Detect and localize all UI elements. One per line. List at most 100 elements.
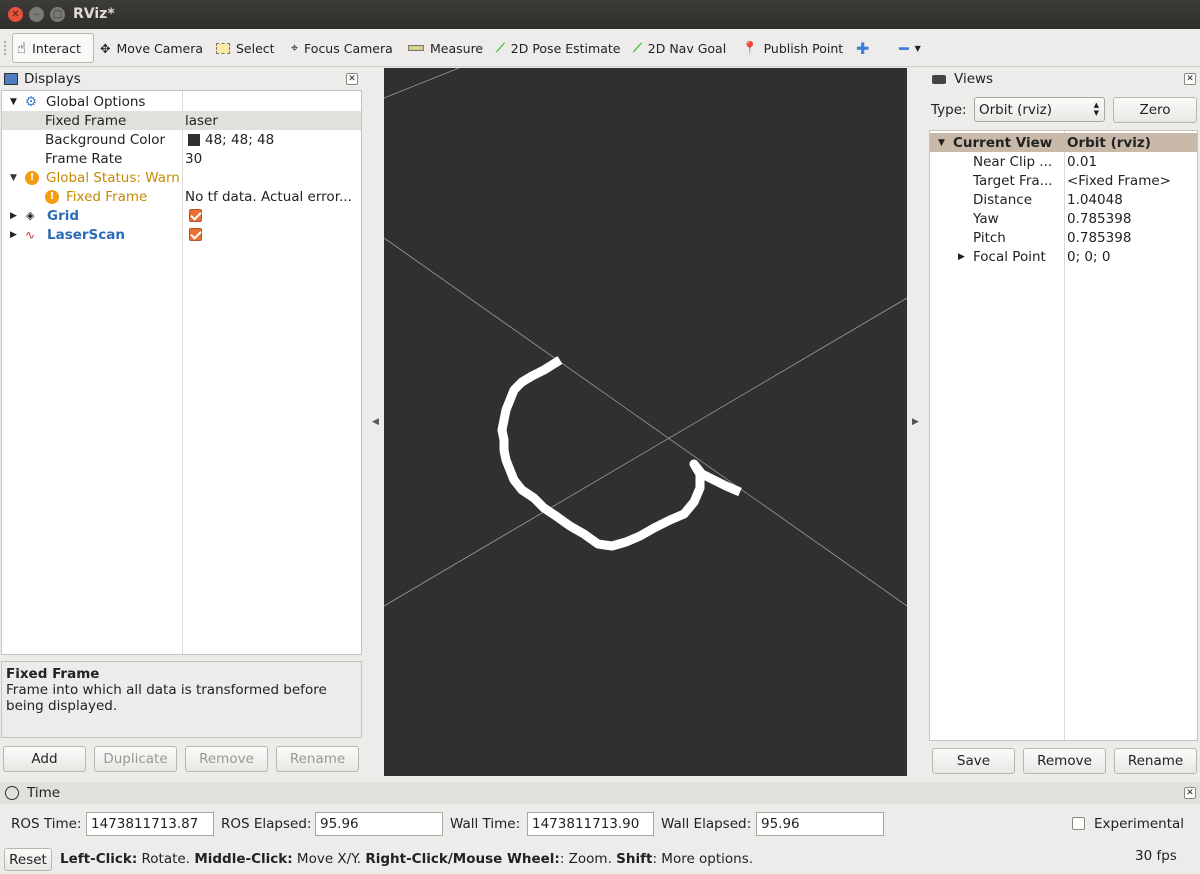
laserscan-enabled-checkbox[interactable] xyxy=(189,228,202,241)
focus-camera-label: Focus Camera xyxy=(304,40,393,56)
displays-panel-header: Displays xyxy=(2,69,362,89)
wall-time-value: 1473811713.90 xyxy=(532,816,640,832)
color-swatch[interactable] xyxy=(188,133,200,146)
save-view-button[interactable]: Save xyxy=(932,748,1015,774)
reset-button[interactable]: Reset xyxy=(4,848,52,871)
window-title: RViz* xyxy=(73,6,115,22)
global-status-label: Global Status: Warn xyxy=(46,169,180,186)
fixed-frame-value[interactable]: laser xyxy=(185,113,218,129)
distance-value[interactable]: 1.04048 xyxy=(1067,192,1123,208)
ros-time-value: 1473811713.87 xyxy=(91,816,199,832)
tree-row-distance[interactable]: Distance 1.04048 xyxy=(930,190,1197,209)
remove-tool-dropdown[interactable]: ━ ▼ xyxy=(895,33,925,63)
tree-row-background-color[interactable]: Background Color 48; 48; 48 xyxy=(2,130,361,149)
view-type-select[interactable]: Orbit (rviz) ▲ ▼ xyxy=(974,97,1105,122)
background-color-value[interactable]: 48; 48; 48 xyxy=(205,132,274,148)
ros-time-field[interactable]: 1473811713.87 xyxy=(86,812,214,836)
current-view-value: Orbit (rviz) xyxy=(1067,134,1151,151)
grid-lines xyxy=(384,68,907,607)
interact-tool-button[interactable]: ☝ Interact xyxy=(12,33,94,63)
maximize-window-button[interactable]: □ xyxy=(50,7,65,22)
focus-camera-icon: ⌖ xyxy=(291,40,299,55)
description-title: Fixed Frame xyxy=(6,666,100,682)
frame-rate-value[interactable]: 30 xyxy=(185,151,202,167)
chevron-right-icon: ▶ xyxy=(958,251,965,262)
displays-tree: ▼ ⚙ Global Options Fixed Frame laser Bac… xyxy=(1,90,362,655)
near-clip-value[interactable]: 0.01 xyxy=(1067,154,1097,170)
near-clip-label: Near Clip ... xyxy=(973,153,1053,170)
publish-point-tool-button[interactable]: 📍 Publish Point xyxy=(738,33,847,63)
grid-enabled-checkbox[interactable] xyxy=(189,209,202,222)
duplicate-display-button[interactable]: Duplicate xyxy=(94,746,177,772)
tree-row-frame-rate[interactable]: Frame Rate 30 xyxy=(2,149,361,168)
remove-display-button[interactable]: Remove xyxy=(185,746,268,772)
status-hint: Left-Click: Rotate. Middle-Click: Move X… xyxy=(60,851,753,867)
ros-elapsed-field[interactable]: 95.96 xyxy=(315,812,443,836)
close-icon[interactable]: ✕ xyxy=(346,73,358,85)
ros-time-label: ROS Time: xyxy=(11,816,82,832)
tree-row-pitch[interactable]: Pitch 0.785398 xyxy=(930,228,1197,247)
target-frame-label: Target Fra... xyxy=(973,172,1053,189)
move-camera-tool-button[interactable]: ✥ Move Camera xyxy=(96,33,207,63)
hint-right-click-text: : Zoom. xyxy=(559,851,617,867)
tree-row-grid[interactable]: ▶ ◈ Grid xyxy=(2,206,361,225)
select-tool-button[interactable]: Select xyxy=(212,33,279,63)
tree-row-global-options[interactable]: ▼ ⚙ Global Options xyxy=(2,92,361,111)
remove-view-button[interactable]: Remove xyxy=(1023,748,1106,774)
pitch-value[interactable]: 0.785398 xyxy=(1067,230,1131,246)
focal-point-value[interactable]: 0; 0; 0 xyxy=(1067,249,1110,265)
minimize-window-button[interactable]: – xyxy=(29,7,44,22)
remove-view-label: Remove xyxy=(1037,753,1092,769)
zero-button[interactable]: Zero xyxy=(1113,97,1197,123)
tree-row-near-clip[interactable]: Near Clip ... 0.01 xyxy=(930,152,1197,171)
close-window-button[interactable]: ✕ xyxy=(8,7,23,22)
wall-elapsed-field[interactable]: 95.96 xyxy=(756,812,884,836)
2d-pose-estimate-tool-button[interactable]: ⟋ 2D Pose Estimate xyxy=(492,33,624,63)
view-type-value: Orbit (rviz) xyxy=(979,101,1052,118)
3d-viewport[interactable] xyxy=(384,68,907,776)
collapse-left-arrow-icon[interactable]: ◀ xyxy=(372,417,379,427)
close-icon[interactable]: ✕ xyxy=(1184,787,1196,799)
description-text: Frame into which all data is transformed… xyxy=(6,682,327,714)
rename-view-label: Rename xyxy=(1127,753,1184,769)
yaw-label: Yaw xyxy=(973,210,999,227)
tree-row-focal-point[interactable]: ▶ Focal Point 0; 0; 0 xyxy=(930,247,1197,266)
yaw-value[interactable]: 0.785398 xyxy=(1067,211,1131,227)
rename-label: Rename xyxy=(289,751,346,767)
title-bar: ✕ – □ RViz* xyxy=(0,0,1200,29)
hint-right-click: Right-Click/Mouse Wheel: xyxy=(365,851,560,867)
tree-row-status-fixed-frame[interactable]: ! Fixed Frame No tf data. Actual error..… xyxy=(2,187,361,206)
gear-icon: ⚙ xyxy=(25,93,38,110)
hint-middle-click: Middle-Click: xyxy=(194,851,293,867)
select-box-icon xyxy=(216,42,230,54)
global-options-label: Global Options xyxy=(46,93,146,110)
rename-display-button[interactable]: Rename xyxy=(276,746,359,772)
toolbar-grip[interactable] xyxy=(4,41,7,55)
viewport-canvas[interactable] xyxy=(384,68,907,776)
wall-time-field[interactable]: 1473811713.90 xyxy=(527,812,654,836)
measure-tool-button[interactable]: Measure xyxy=(404,33,487,63)
experimental-checkbox[interactable] xyxy=(1072,817,1085,830)
tree-row-laserscan[interactable]: ▶ ∿ LaserScan xyxy=(2,225,361,244)
rename-view-button[interactable]: Rename xyxy=(1114,748,1197,774)
tree-row-target-frame[interactable]: Target Fra... <Fixed Frame> xyxy=(930,171,1197,190)
views-panel-header: Views xyxy=(930,69,1198,89)
tree-row-fixed-frame[interactable]: Fixed Frame laser xyxy=(2,111,361,130)
warning-icon: ! xyxy=(45,189,59,204)
add-display-button[interactable]: Add xyxy=(3,746,86,772)
tree-row-current-view[interactable]: ▼ Current View Orbit (rviz) xyxy=(930,133,1197,152)
view-type-label: Type: xyxy=(931,102,967,118)
remove-label: Remove xyxy=(199,751,254,767)
focus-camera-tool-button[interactable]: ⌖ Focus Camera xyxy=(287,33,397,63)
add-tool-button[interactable]: ✚ xyxy=(852,33,873,63)
target-frame-value[interactable]: <Fixed Frame> xyxy=(1067,173,1171,189)
tree-row-yaw[interactable]: Yaw 0.785398 xyxy=(930,209,1197,228)
tree-row-global-status[interactable]: ▼ ! Global Status: Warn xyxy=(2,168,361,187)
pitch-label: Pitch xyxy=(973,229,1006,246)
chevron-right-icon: ▶ xyxy=(10,229,17,240)
2d-nav-goal-tool-button[interactable]: ⟋ 2D Nav Goal xyxy=(629,33,730,63)
chevron-down-icon: ▼ xyxy=(10,172,17,183)
collapse-right-arrow-icon[interactable]: ▶ xyxy=(912,417,919,427)
close-icon[interactable]: ✕ xyxy=(1184,73,1196,85)
laser-scan-points xyxy=(497,356,742,551)
